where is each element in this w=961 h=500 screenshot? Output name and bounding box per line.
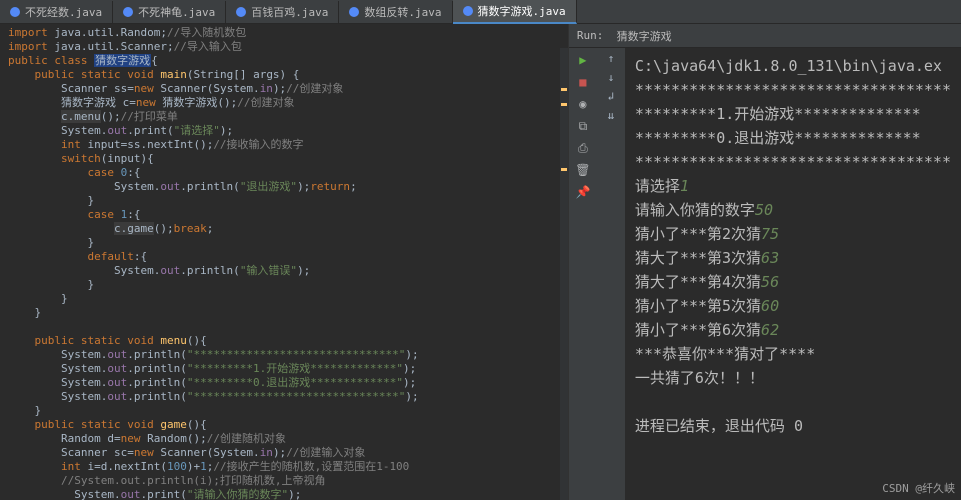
tab-file-4[interactable]: 数组反转.java: [339, 1, 452, 23]
wrap-icon[interactable]: ↲: [608, 90, 615, 103]
console-line: 一共猜了6次！！！: [635, 366, 951, 390]
console-line: 猜小了***第2次猜75: [635, 222, 951, 246]
tab-label: 猜数字游戏.java: [478, 3, 566, 19]
tab-file-2[interactable]: 不死神龟.java: [113, 1, 226, 23]
run-title: Run:: [577, 29, 604, 42]
console-output[interactable]: C:\java64\jdk1.8.0_131\bin\java.ex *****…: [625, 48, 961, 500]
console-line: ***********************************: [635, 150, 951, 174]
console-line: 猜小了***第6次猜62: [635, 318, 951, 342]
tab-label: 不死经数.java: [25, 4, 102, 20]
run-toolbar-right: ↑ ↓ ↲ ⇊: [597, 48, 625, 500]
java-icon: [463, 6, 473, 16]
java-icon: [123, 7, 133, 17]
editor-tabs: 不死经数.java 不死神龟.java 百钱百鸡.java 数组反转.java …: [0, 0, 961, 24]
watermark: CSDN @纤久峡: [882, 480, 955, 496]
run-pane: Run: 猜数字游戏 ▶ ■ ◉ ⧉ ⎙ 🗑 📌 ↑ ↓ ↲ ⇊ C:\java…: [568, 24, 961, 500]
run-config-name: 猜数字游戏: [617, 28, 672, 44]
rerun-icon[interactable]: ▶: [575, 52, 591, 68]
console-line: 进程已结束，退出代码 0: [635, 414, 951, 438]
pin-icon[interactable]: 📌: [575, 184, 591, 200]
console-line: 猜大了***第3次猜63: [635, 246, 951, 270]
camera-icon[interactable]: ◉: [575, 96, 591, 112]
console-line: C:\java64\jdk1.8.0_131\bin\java.ex: [635, 54, 951, 78]
tab-file-1[interactable]: 不死经数.java: [0, 1, 113, 23]
console-line: *********0.退出游戏**************: [635, 126, 951, 150]
scroll-icon[interactable]: ⇊: [608, 109, 615, 122]
console-line: ***********************************: [635, 78, 951, 102]
main-area: import java.util.Random;//导入随机数包 import …: [0, 24, 961, 500]
editor-pane[interactable]: import java.util.Random;//导入随机数包 import …: [0, 24, 568, 500]
layout-icon[interactable]: ⧉: [575, 118, 591, 134]
tab-file-5[interactable]: 猜数字游戏.java: [453, 0, 577, 24]
up-icon[interactable]: ↑: [608, 52, 615, 65]
down-icon[interactable]: ↓: [608, 71, 615, 84]
java-icon: [349, 7, 359, 17]
console-line: 猜大了***第4次猜56: [635, 270, 951, 294]
run-body: ▶ ■ ◉ ⧉ ⎙ 🗑 📌 ↑ ↓ ↲ ⇊ C:\java64\jdk1.8.0…: [569, 48, 961, 500]
console-line: 请选择1: [635, 174, 951, 198]
tab-label: 不死神龟.java: [138, 4, 215, 20]
tab-label: 百钱百鸡.java: [251, 4, 328, 20]
stop-icon[interactable]: ■: [575, 74, 591, 90]
print-icon[interactable]: ⎙: [575, 140, 591, 156]
tab-file-3[interactable]: 百钱百鸡.java: [226, 1, 339, 23]
console-line: 猜小了***第5次猜60: [635, 294, 951, 318]
gutter-overview: [560, 48, 568, 500]
java-icon: [236, 7, 246, 17]
console-line: ***恭喜你***猜对了****: [635, 342, 951, 366]
run-toolbar-left: ▶ ■ ◉ ⧉ ⎙ 🗑 📌: [569, 48, 597, 500]
tab-label: 数组反转.java: [364, 4, 441, 20]
console-line: *********1.开始游戏**************: [635, 102, 951, 126]
java-icon: [10, 7, 20, 17]
console-line: 请输入你猜的数字50: [635, 198, 951, 222]
run-header: Run: 猜数字游戏: [569, 24, 961, 48]
code-content: import java.util.Random;//导入随机数包 import …: [0, 24, 568, 500]
trash-icon[interactable]: 🗑: [575, 162, 591, 178]
